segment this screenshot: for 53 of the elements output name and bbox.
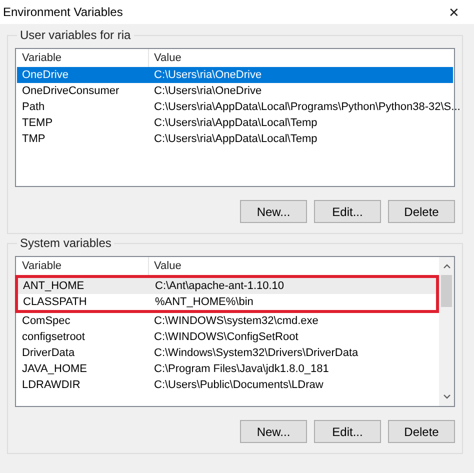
variable-value-cell-text: C:\WINDOWS\system32\cmd.exe bbox=[153, 314, 318, 329]
variable-value-cell-text: C:\Users\ria\AppData\Local\Programs\Python\Python38-32\S... bbox=[153, 100, 460, 115]
variable-value-cell-text: C:\Users\ria\OneDrive bbox=[153, 84, 262, 99]
list-row[interactable]: OneDriveConsumer C:\Users\ria\OneDrive bbox=[17, 83, 453, 99]
scroll-thumb[interactable] bbox=[441, 275, 452, 307]
column-header[interactable]: Variable bbox=[17, 257, 149, 275]
dialog-button[interactable]: New... bbox=[240, 200, 307, 223]
list-row[interactable]: ANT_HOME C:\Ant\apache-ant-1.10.10 bbox=[18, 278, 436, 294]
variable-name-cell-text: OneDriveConsumer bbox=[21, 84, 120, 99]
dialog-button[interactable]: Edit... bbox=[314, 200, 381, 223]
variable-value-cell-text: C:\Ant\apache-ant-1.10.10 bbox=[154, 279, 284, 294]
variable-name-cell-text: Path bbox=[21, 100, 46, 115]
variable-value-cell-text: C:\WINDOWS\ConfigSetRoot bbox=[153, 330, 298, 345]
variable-name-cell-text: TMP bbox=[21, 132, 46, 147]
list-row[interactable]: CLASSPATH %ANT_HOME%\bin bbox=[18, 294, 436, 310]
list-row[interactable]: TEMP C:\Users\ria\AppData\Local\Temp bbox=[17, 115, 453, 131]
window-title: Environment Variables bbox=[3, 5, 123, 19]
variable-name-cell-text: OneDrive bbox=[21, 68, 70, 83]
list-row[interactable]: TMP C:\Users\ria\AppData\Local\Temp bbox=[17, 131, 453, 147]
list-row[interactable]: ComSpec C:\WINDOWS\system32\cmd.exe bbox=[17, 313, 438, 329]
variable-value-cell-text: C:\Users\Public\Documents\LDraw bbox=[153, 378, 324, 393]
variable-name-cell-text: configsetroot bbox=[21, 330, 86, 345]
variable-name-cell-text: LDRAWDIR bbox=[21, 378, 82, 393]
dialog-button[interactable]: Delete bbox=[388, 420, 455, 443]
list-row[interactable]: JAVA_HOME C:\Program Files\Java\jdk1.8.0_181 bbox=[17, 361, 438, 377]
variable-value-cell-text: %ANT_HOME%\bin bbox=[154, 295, 254, 310]
variable-name-cell-text: JAVA_HOME bbox=[21, 362, 88, 377]
list-row[interactable]: configsetroot C:\WINDOWS\ConfigSetRoot bbox=[17, 329, 438, 345]
scroll-up-icon[interactable] bbox=[442, 262, 452, 270]
scrollbar[interactable] bbox=[439, 257, 454, 406]
variable-value-cell-text: C:\Users\ria\AppData\Local\Temp bbox=[153, 116, 318, 131]
variable-name-cell-text: TEMP bbox=[21, 116, 54, 131]
variable-name-cell-text: CLASSPATH bbox=[22, 295, 88, 310]
variable-value-cell-text: C:\Users\ria\OneDrive bbox=[153, 68, 262, 83]
variables-list[interactable] bbox=[15, 256, 455, 407]
variable-name-cell-text: DriverData bbox=[21, 346, 76, 361]
variable-value-cell-text: C:\Windows\System32\Drivers\DriverData bbox=[153, 346, 358, 361]
variable-name-cell-text: ANT_HOME bbox=[22, 279, 86, 294]
variable-value-cell-text: C:\Program Files\Java\jdk1.8.0_181 bbox=[153, 362, 329, 377]
column-header[interactable]: Value bbox=[149, 257, 182, 275]
close-button[interactable]: ✕ bbox=[439, 1, 469, 23]
scroll-down-icon[interactable] bbox=[442, 393, 452, 401]
list-row[interactable]: DriverData C:\Windows\System32\Drivers\DriverData bbox=[17, 345, 438, 361]
variable-value-cell-text: C:\Users\ria\AppData\Local\Temp bbox=[153, 132, 318, 147]
dialog-button[interactable]: New... bbox=[240, 420, 307, 443]
group-title: User variables for ria bbox=[19, 28, 132, 42]
variable-name-cell-text: ComSpec bbox=[21, 314, 72, 329]
list-row[interactable]: OneDrive C:\Users\ria\OneDrive bbox=[17, 67, 453, 83]
group-title: System variables bbox=[19, 236, 112, 250]
list-row[interactable]: LDRAWDIR C:\Users\Public\Documents\LDraw bbox=[17, 377, 438, 393]
dialog-button[interactable]: Delete bbox=[388, 200, 455, 223]
column-header[interactable]: Value bbox=[149, 49, 182, 67]
dialog-button[interactable]: Edit... bbox=[314, 420, 381, 443]
